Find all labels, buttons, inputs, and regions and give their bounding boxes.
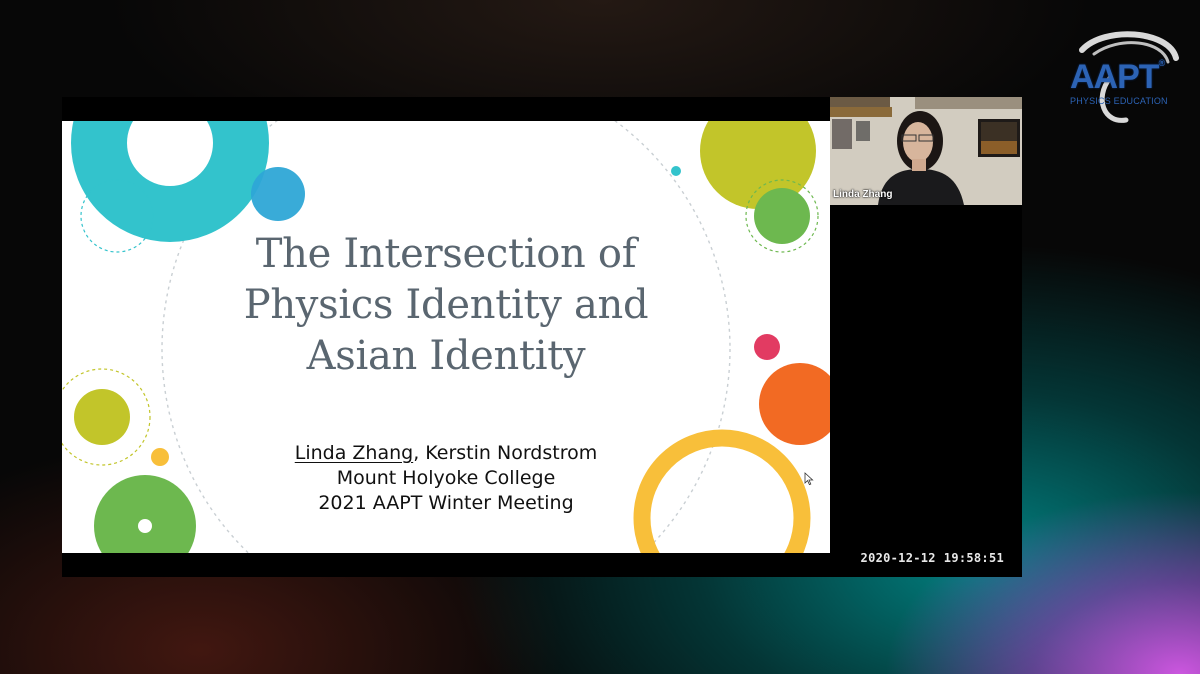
- slide-authors: Linda Zhang, Kerstin Nordstrom Mount Hol…: [212, 441, 680, 516]
- participant-name-label: Linda Zhang: [833, 189, 893, 200]
- shared-slide: The Intersection of Physics Identity and…: [62, 121, 830, 553]
- logo-wordmark: AAPT®: [1070, 58, 1165, 96]
- participant-video-tile[interactable]: Linda Zhang: [830, 97, 1022, 205]
- meeting-window: The Intersection of Physics Identity and…: [62, 97, 1022, 577]
- slide-title-line: Physics Identity and: [243, 282, 649, 328]
- slide-title: The Intersection of Physics Identity and…: [182, 229, 710, 382]
- institution: Mount Holyoke College: [336, 467, 556, 489]
- coauthor-name: , Kerstin Nordstrom: [413, 442, 598, 464]
- slide-title-line: Asian Identity: [306, 333, 586, 379]
- recording-date: 2020-12-12: [860, 551, 936, 565]
- slide-title-line: The Intersection of: [255, 231, 637, 277]
- author-line: Linda Zhang, Kerstin Nordstrom: [212, 441, 680, 466]
- recording-time: 19:58:51: [943, 551, 1004, 565]
- mouse-cursor-icon: [804, 472, 814, 486]
- recording-timestamp: 2020-12-12 19:58:51: [861, 551, 1004, 565]
- presenter-name: Linda Zhang: [294, 442, 414, 464]
- aapt-logo: AAPT® PHYSICS EDUCATION: [1064, 28, 1184, 128]
- logo-tagline: PHYSICS EDUCATION: [1070, 96, 1168, 106]
- event-name: 2021 AAPT Winter Meeting: [318, 492, 574, 514]
